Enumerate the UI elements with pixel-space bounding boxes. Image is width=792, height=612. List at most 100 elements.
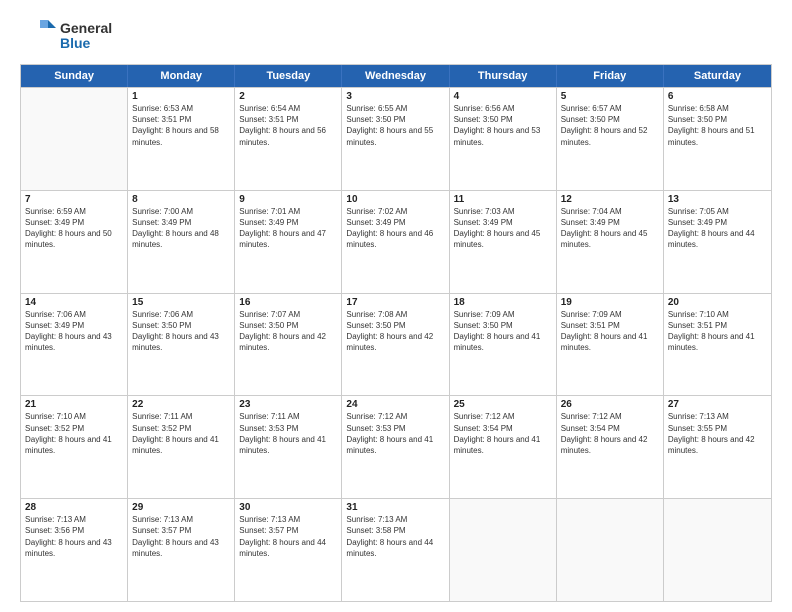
day-info: Sunrise: 7:04 AM Sunset: 3:49 PM Dayligh…: [561, 206, 659, 251]
day-cell-31: 31 Sunrise: 7:13 AM Sunset: 3:58 PM Dayl…: [342, 499, 449, 601]
day-info: Sunrise: 7:11 AM Sunset: 3:53 PM Dayligh…: [239, 411, 337, 456]
day-info: Sunrise: 7:08 AM Sunset: 3:50 PM Dayligh…: [346, 309, 444, 354]
day-info: Sunrise: 7:06 AM Sunset: 3:50 PM Dayligh…: [132, 309, 230, 354]
day-number: 1: [132, 91, 230, 102]
logo: General Blue: [20, 18, 112, 54]
day-cell-6: 6 Sunrise: 6:58 AM Sunset: 3:50 PM Dayli…: [664, 88, 771, 190]
day-cell-25: 25 Sunrise: 7:12 AM Sunset: 3:54 PM Dayl…: [450, 396, 557, 498]
header-day-tuesday: Tuesday: [235, 65, 342, 87]
day-number: 25: [454, 399, 552, 410]
day-cell-13: 13 Sunrise: 7:05 AM Sunset: 3:49 PM Dayl…: [664, 191, 771, 293]
week-row-5: 28 Sunrise: 7:13 AM Sunset: 3:56 PM Dayl…: [21, 498, 771, 601]
day-cell-19: 19 Sunrise: 7:09 AM Sunset: 3:51 PM Dayl…: [557, 294, 664, 396]
day-cell-1: 1 Sunrise: 6:53 AM Sunset: 3:51 PM Dayli…: [128, 88, 235, 190]
day-cell-5: 5 Sunrise: 6:57 AM Sunset: 3:50 PM Dayli…: [557, 88, 664, 190]
day-info: Sunrise: 7:07 AM Sunset: 3:50 PM Dayligh…: [239, 309, 337, 354]
day-number: 14: [25, 297, 123, 308]
week-row-2: 7 Sunrise: 6:59 AM Sunset: 3:49 PM Dayli…: [21, 190, 771, 293]
day-info: Sunrise: 6:55 AM Sunset: 3:50 PM Dayligh…: [346, 103, 444, 148]
day-cell-7: 7 Sunrise: 6:59 AM Sunset: 3:49 PM Dayli…: [21, 191, 128, 293]
day-number: 28: [25, 502, 123, 513]
day-info: Sunrise: 7:02 AM Sunset: 3:49 PM Dayligh…: [346, 206, 444, 251]
day-number: 8: [132, 194, 230, 205]
day-info: Sunrise: 7:12 AM Sunset: 3:53 PM Dayligh…: [346, 411, 444, 456]
header-day-saturday: Saturday: [664, 65, 771, 87]
day-cell-3: 3 Sunrise: 6:55 AM Sunset: 3:50 PM Dayli…: [342, 88, 449, 190]
day-info: Sunrise: 7:10 AM Sunset: 3:51 PM Dayligh…: [668, 309, 767, 354]
day-cell-16: 16 Sunrise: 7:07 AM Sunset: 3:50 PM Dayl…: [235, 294, 342, 396]
day-number: 20: [668, 297, 767, 308]
day-cell-11: 11 Sunrise: 7:03 AM Sunset: 3:49 PM Dayl…: [450, 191, 557, 293]
week-row-3: 14 Sunrise: 7:06 AM Sunset: 3:49 PM Dayl…: [21, 293, 771, 396]
week-row-4: 21 Sunrise: 7:10 AM Sunset: 3:52 PM Dayl…: [21, 395, 771, 498]
header-day-wednesday: Wednesday: [342, 65, 449, 87]
day-number: 24: [346, 399, 444, 410]
day-info: Sunrise: 6:54 AM Sunset: 3:51 PM Dayligh…: [239, 103, 337, 148]
header-day-friday: Friday: [557, 65, 664, 87]
day-info: Sunrise: 6:58 AM Sunset: 3:50 PM Dayligh…: [668, 103, 767, 148]
logo-svg: [20, 18, 56, 54]
day-number: 18: [454, 297, 552, 308]
day-number: 27: [668, 399, 767, 410]
day-number: 7: [25, 194, 123, 205]
day-cell-28: 28 Sunrise: 7:13 AM Sunset: 3:56 PM Dayl…: [21, 499, 128, 601]
logo-blue: Blue: [60, 36, 112, 51]
day-number: 3: [346, 91, 444, 102]
day-cell-9: 9 Sunrise: 7:01 AM Sunset: 3:49 PM Dayli…: [235, 191, 342, 293]
day-number: 6: [668, 91, 767, 102]
day-cell-20: 20 Sunrise: 7:10 AM Sunset: 3:51 PM Dayl…: [664, 294, 771, 396]
header-day-monday: Monday: [128, 65, 235, 87]
day-number: 4: [454, 91, 552, 102]
day-cell-15: 15 Sunrise: 7:06 AM Sunset: 3:50 PM Dayl…: [128, 294, 235, 396]
day-info: Sunrise: 7:13 AM Sunset: 3:55 PM Dayligh…: [668, 411, 767, 456]
day-info: Sunrise: 7:06 AM Sunset: 3:49 PM Dayligh…: [25, 309, 123, 354]
day-number: 26: [561, 399, 659, 410]
day-number: 13: [668, 194, 767, 205]
day-info: Sunrise: 6:57 AM Sunset: 3:50 PM Dayligh…: [561, 103, 659, 148]
day-number: 31: [346, 502, 444, 513]
day-info: Sunrise: 7:12 AM Sunset: 3:54 PM Dayligh…: [454, 411, 552, 456]
day-number: 2: [239, 91, 337, 102]
day-info: Sunrise: 7:03 AM Sunset: 3:49 PM Dayligh…: [454, 206, 552, 251]
day-number: 29: [132, 502, 230, 513]
day-cell-14: 14 Sunrise: 7:06 AM Sunset: 3:49 PM Dayl…: [21, 294, 128, 396]
day-number: 16: [239, 297, 337, 308]
day-number: 12: [561, 194, 659, 205]
day-number: 22: [132, 399, 230, 410]
day-number: 21: [25, 399, 123, 410]
day-cell-4: 4 Sunrise: 6:56 AM Sunset: 3:50 PM Dayli…: [450, 88, 557, 190]
day-info: Sunrise: 6:53 AM Sunset: 3:51 PM Dayligh…: [132, 103, 230, 148]
day-info: Sunrise: 7:11 AM Sunset: 3:52 PM Dayligh…: [132, 411, 230, 456]
day-cell-23: 23 Sunrise: 7:11 AM Sunset: 3:53 PM Dayl…: [235, 396, 342, 498]
calendar-body: 1 Sunrise: 6:53 AM Sunset: 3:51 PM Dayli…: [21, 87, 771, 601]
day-info: Sunrise: 7:12 AM Sunset: 3:54 PM Dayligh…: [561, 411, 659, 456]
day-cell-26: 26 Sunrise: 7:12 AM Sunset: 3:54 PM Dayl…: [557, 396, 664, 498]
day-cell-17: 17 Sunrise: 7:08 AM Sunset: 3:50 PM Dayl…: [342, 294, 449, 396]
day-info: Sunrise: 7:05 AM Sunset: 3:49 PM Dayligh…: [668, 206, 767, 251]
day-number: 19: [561, 297, 659, 308]
day-info: Sunrise: 7:00 AM Sunset: 3:49 PM Dayligh…: [132, 206, 230, 251]
day-info: Sunrise: 7:13 AM Sunset: 3:56 PM Dayligh…: [25, 514, 123, 559]
day-info: Sunrise: 7:09 AM Sunset: 3:51 PM Dayligh…: [561, 309, 659, 354]
day-number: 23: [239, 399, 337, 410]
day-number: 17: [346, 297, 444, 308]
day-cell-21: 21 Sunrise: 7:10 AM Sunset: 3:52 PM Dayl…: [21, 396, 128, 498]
header-day-thursday: Thursday: [450, 65, 557, 87]
day-info: Sunrise: 7:10 AM Sunset: 3:52 PM Dayligh…: [25, 411, 123, 456]
day-cell-27: 27 Sunrise: 7:13 AM Sunset: 3:55 PM Dayl…: [664, 396, 771, 498]
empty-cell: [664, 499, 771, 601]
day-number: 5: [561, 91, 659, 102]
page-header: General Blue: [20, 18, 772, 54]
day-info: Sunrise: 7:13 AM Sunset: 3:58 PM Dayligh…: [346, 514, 444, 559]
day-cell-10: 10 Sunrise: 7:02 AM Sunset: 3:49 PM Dayl…: [342, 191, 449, 293]
empty-cell: [557, 499, 664, 601]
day-info: Sunrise: 7:13 AM Sunset: 3:57 PM Dayligh…: [132, 514, 230, 559]
calendar: SundayMondayTuesdayWednesdayThursdayFrid…: [20, 64, 772, 602]
day-cell-24: 24 Sunrise: 7:12 AM Sunset: 3:53 PM Dayl…: [342, 396, 449, 498]
day-number: 11: [454, 194, 552, 205]
logo-text: General Blue: [60, 21, 112, 52]
day-cell-29: 29 Sunrise: 7:13 AM Sunset: 3:57 PM Dayl…: [128, 499, 235, 601]
day-cell-18: 18 Sunrise: 7:09 AM Sunset: 3:50 PM Dayl…: [450, 294, 557, 396]
day-number: 10: [346, 194, 444, 205]
day-number: 30: [239, 502, 337, 513]
